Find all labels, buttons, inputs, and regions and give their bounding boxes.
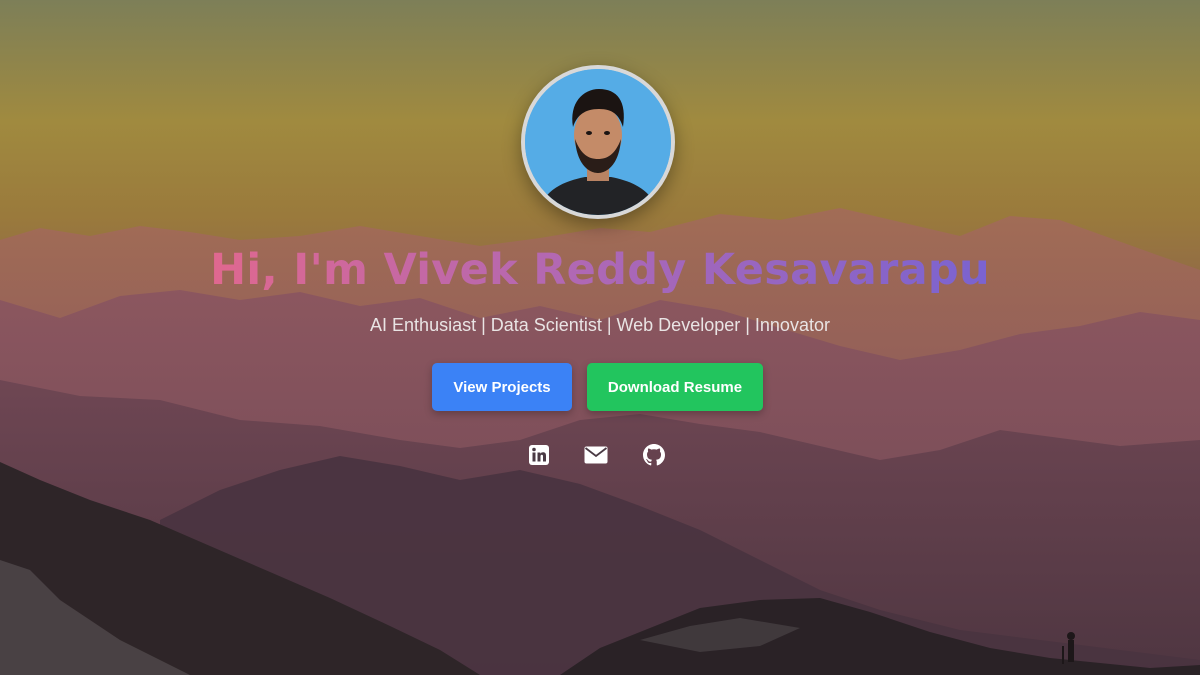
- github-icon: [643, 444, 665, 466]
- hero-section: Hi, I'm Vivek Reddy Kesavarapu AI Enthus…: [0, 0, 1200, 675]
- view-projects-button[interactable]: View Projects: [432, 363, 572, 411]
- github-link[interactable]: [641, 443, 667, 467]
- profile-avatar: [521, 65, 675, 219]
- hero-content: Hi, I'm Vivek Reddy Kesavarapu AI Enthus…: [0, 0, 1200, 675]
- linkedin-link[interactable]: [526, 443, 552, 467]
- hero-tagline: AI Enthusiast | Data Scientist | Web Dev…: [370, 315, 830, 335]
- download-resume-button[interactable]: Download Resume: [587, 363, 763, 411]
- linkedin-icon: [529, 445, 549, 465]
- profile-photo-icon: [525, 69, 671, 215]
- mail-icon: [584, 446, 608, 464]
- hero-title: Hi, I'm Vivek Reddy Kesavarapu: [210, 245, 990, 295]
- email-link[interactable]: [583, 443, 609, 467]
- hero-title-wrapper: Hi, I'm Vivek Reddy Kesavarapu: [0, 245, 1200, 295]
